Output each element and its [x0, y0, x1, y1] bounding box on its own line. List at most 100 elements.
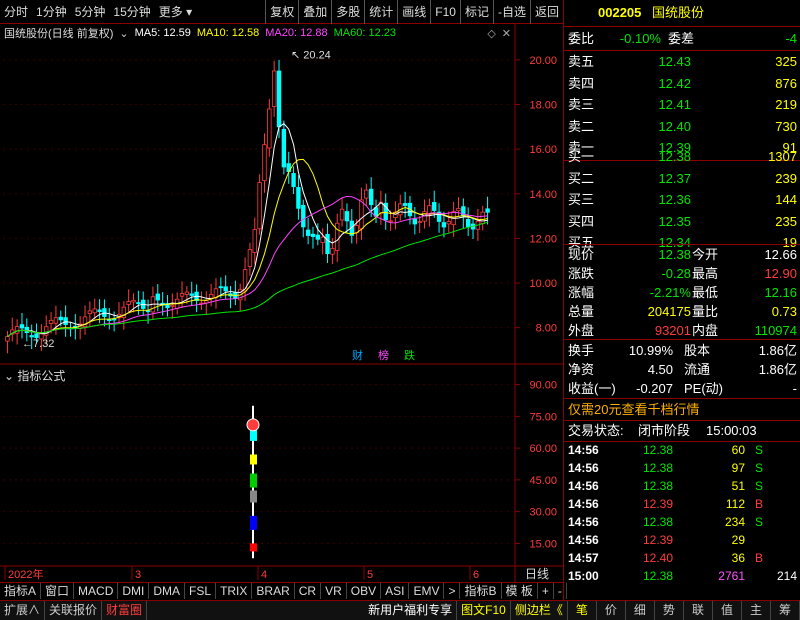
- tick-side: 214: [776, 569, 797, 583]
- side-tab-5[interactable]: 值: [713, 601, 742, 620]
- side-tab-6[interactable]: 主: [742, 601, 771, 620]
- candle-body: [208, 294, 214, 299]
- period-label[interactable]: 日线: [525, 567, 549, 581]
- bottom-left-1-button[interactable]: 关联报价: [45, 601, 103, 620]
- ask-row: 卖二 12.40 730: [564, 116, 800, 137]
- period-2-button[interactable]: 5分钟: [71, 0, 110, 24]
- side-tab-1[interactable]: 价: [597, 601, 626, 620]
- side-tab-2[interactable]: 细: [626, 601, 655, 620]
- toolbar-8-button[interactable]: 返回: [529, 0, 563, 24]
- indicator-tab-6[interactable]: TRIX: [216, 583, 253, 599]
- toolbar-5-button[interactable]: F10: [430, 0, 460, 24]
- xtick-label: 4: [261, 569, 267, 581]
- candle-body: [155, 293, 160, 301]
- kline-chart-area[interactable]: 20.00 18.00 16.00 14.00 12.00 10.00 8.00 90.00 7…: [0, 24, 563, 582]
- fin-row: 收益(一) -0.207 PE(动) -: [564, 378, 800, 399]
- divider: [564, 26, 800, 27]
- candle-body: [131, 299, 136, 303]
- side-tab-3[interactable]: 势: [655, 601, 684, 620]
- indicator-tab-8[interactable]: CR: [295, 583, 322, 599]
- candle-body: [432, 202, 437, 211]
- status-time: 15:00:03: [706, 423, 757, 438]
- candle-body: [170, 304, 175, 308]
- ask-label: 卖三: [568, 97, 595, 112]
- stat-value: -0.28: [661, 266, 691, 281]
- indicator-tab-11[interactable]: ASI: [381, 583, 410, 599]
- ytick-label: 20.00: [529, 55, 557, 67]
- ytick-label: 18.00: [529, 99, 557, 111]
- indicator-tab-3[interactable]: DMI: [118, 583, 150, 599]
- bid-price: 12.37: [658, 170, 691, 186]
- side-tab-7[interactable]: 筹: [771, 601, 800, 620]
- candle-body: [126, 301, 131, 305]
- stat-row: 涨跌 -0.28 最高 12.90: [564, 263, 800, 284]
- indicator-tab-17[interactable]: -: [554, 583, 567, 599]
- indicator-tab-13[interactable]: >: [444, 583, 461, 599]
- indicator-tab-1[interactable]: 窗口: [41, 583, 75, 599]
- promo-link[interactable]: 仅需20元查看千档行情: [568, 399, 699, 420]
- toolbar-4-button[interactable]: 画线: [397, 0, 430, 24]
- candle-body: [145, 310, 151, 313]
- ask-volume: 325: [775, 54, 797, 69]
- indicator-header: ⌄ 指标公式: [4, 367, 65, 384]
- bottom-left-2-button[interactable]: 财富圈: [102, 601, 148, 620]
- indicator-tab-14[interactable]: 指标B: [460, 583, 502, 599]
- weibi-value: -0.10%: [619, 31, 661, 46]
- indicator-tab-2[interactable]: MACD: [74, 583, 119, 599]
- candle-body: [97, 309, 102, 313]
- fin-value: -0.207: [636, 381, 673, 396]
- period-1-button[interactable]: 1分钟: [32, 0, 71, 24]
- indicator-tab-7[interactable]: BRAR: [252, 583, 295, 599]
- candle-body: [296, 187, 301, 209]
- toolbar-2-button[interactable]: 多股: [331, 0, 364, 24]
- toolbar-0-button[interactable]: 复权: [265, 0, 298, 24]
- toolbar-3-button[interactable]: 统计: [364, 0, 397, 24]
- bottom-mid-0-button[interactable]: 新用户福利专享: [364, 601, 458, 620]
- side-tab-0[interactable]: 笔: [568, 601, 597, 620]
- bid-price: 12.35: [658, 213, 691, 229]
- candle-body: [14, 326, 20, 334]
- indicator-tab-0[interactable]: 指标A: [0, 583, 42, 599]
- toolbar-6-button[interactable]: 标记: [459, 0, 493, 24]
- indicator-tab-12[interactable]: EMV: [409, 583, 445, 599]
- fin-label: 收益(一): [568, 381, 616, 396]
- period-4-button[interactable]: 更多 ▾: [155, 0, 196, 24]
- tick-row: 15:00 12.38 2761 214: [564, 566, 800, 587]
- stat-value: 110974: [754, 323, 797, 338]
- indicator-tab-15[interactable]: 模 板: [502, 583, 538, 599]
- side-tab-4[interactable]: 联: [684, 601, 713, 620]
- stat-value: 12.16: [764, 285, 797, 300]
- promo-row: 仅需20元查看千档行情: [564, 399, 800, 420]
- period-3-button[interactable]: 15分钟: [109, 0, 154, 24]
- bottom-mid-2-button[interactable]: 侧边栏《: [511, 601, 568, 620]
- candle-body: [359, 199, 364, 230]
- event-marker[interactable]: 财: [352, 348, 363, 362]
- chevron-down-icon[interactable]: ⌄: [4, 369, 17, 383]
- bid-volume: 239: [775, 170, 797, 186]
- toolbar-7-button[interactable]: -自选: [492, 0, 530, 24]
- candle-body: [446, 221, 451, 225]
- candle-body: [301, 204, 306, 228]
- ask-label: 卖二: [568, 118, 595, 134]
- indicator-tab-4[interactable]: DMA: [149, 583, 186, 599]
- ma20-line: [7, 195, 488, 338]
- bid-volume: 235: [775, 213, 797, 229]
- candle-body: [456, 208, 461, 212]
- event-marker[interactable]: 榜: [378, 348, 389, 362]
- event-marker[interactable]: 跌: [404, 348, 415, 362]
- toolbar-1-button[interactable]: 叠加: [298, 0, 331, 24]
- indicator-tab-16[interactable]: +: [538, 583, 554, 599]
- indicator-tab-10[interactable]: OBV: [347, 583, 382, 599]
- fin-value: 1.86亿: [758, 362, 797, 377]
- stat-label: 总量: [568, 304, 595, 319]
- candle-body: [315, 234, 321, 240]
- candle-body: [335, 222, 340, 251]
- indicator-tab-9[interactable]: VR: [321, 583, 347, 599]
- low-price-label: ←7.32: [22, 338, 54, 350]
- indicator-tab-5[interactable]: FSL: [185, 583, 217, 599]
- period-0-button[interactable]: 分时: [0, 0, 32, 24]
- bid-price: 12.38: [658, 149, 691, 164]
- bottom-mid-1-button[interactable]: 图文F10: [457, 601, 511, 620]
- bid-label: 买三: [568, 192, 595, 207]
- bottom-left-0-button[interactable]: 扩展∧: [0, 601, 46, 620]
